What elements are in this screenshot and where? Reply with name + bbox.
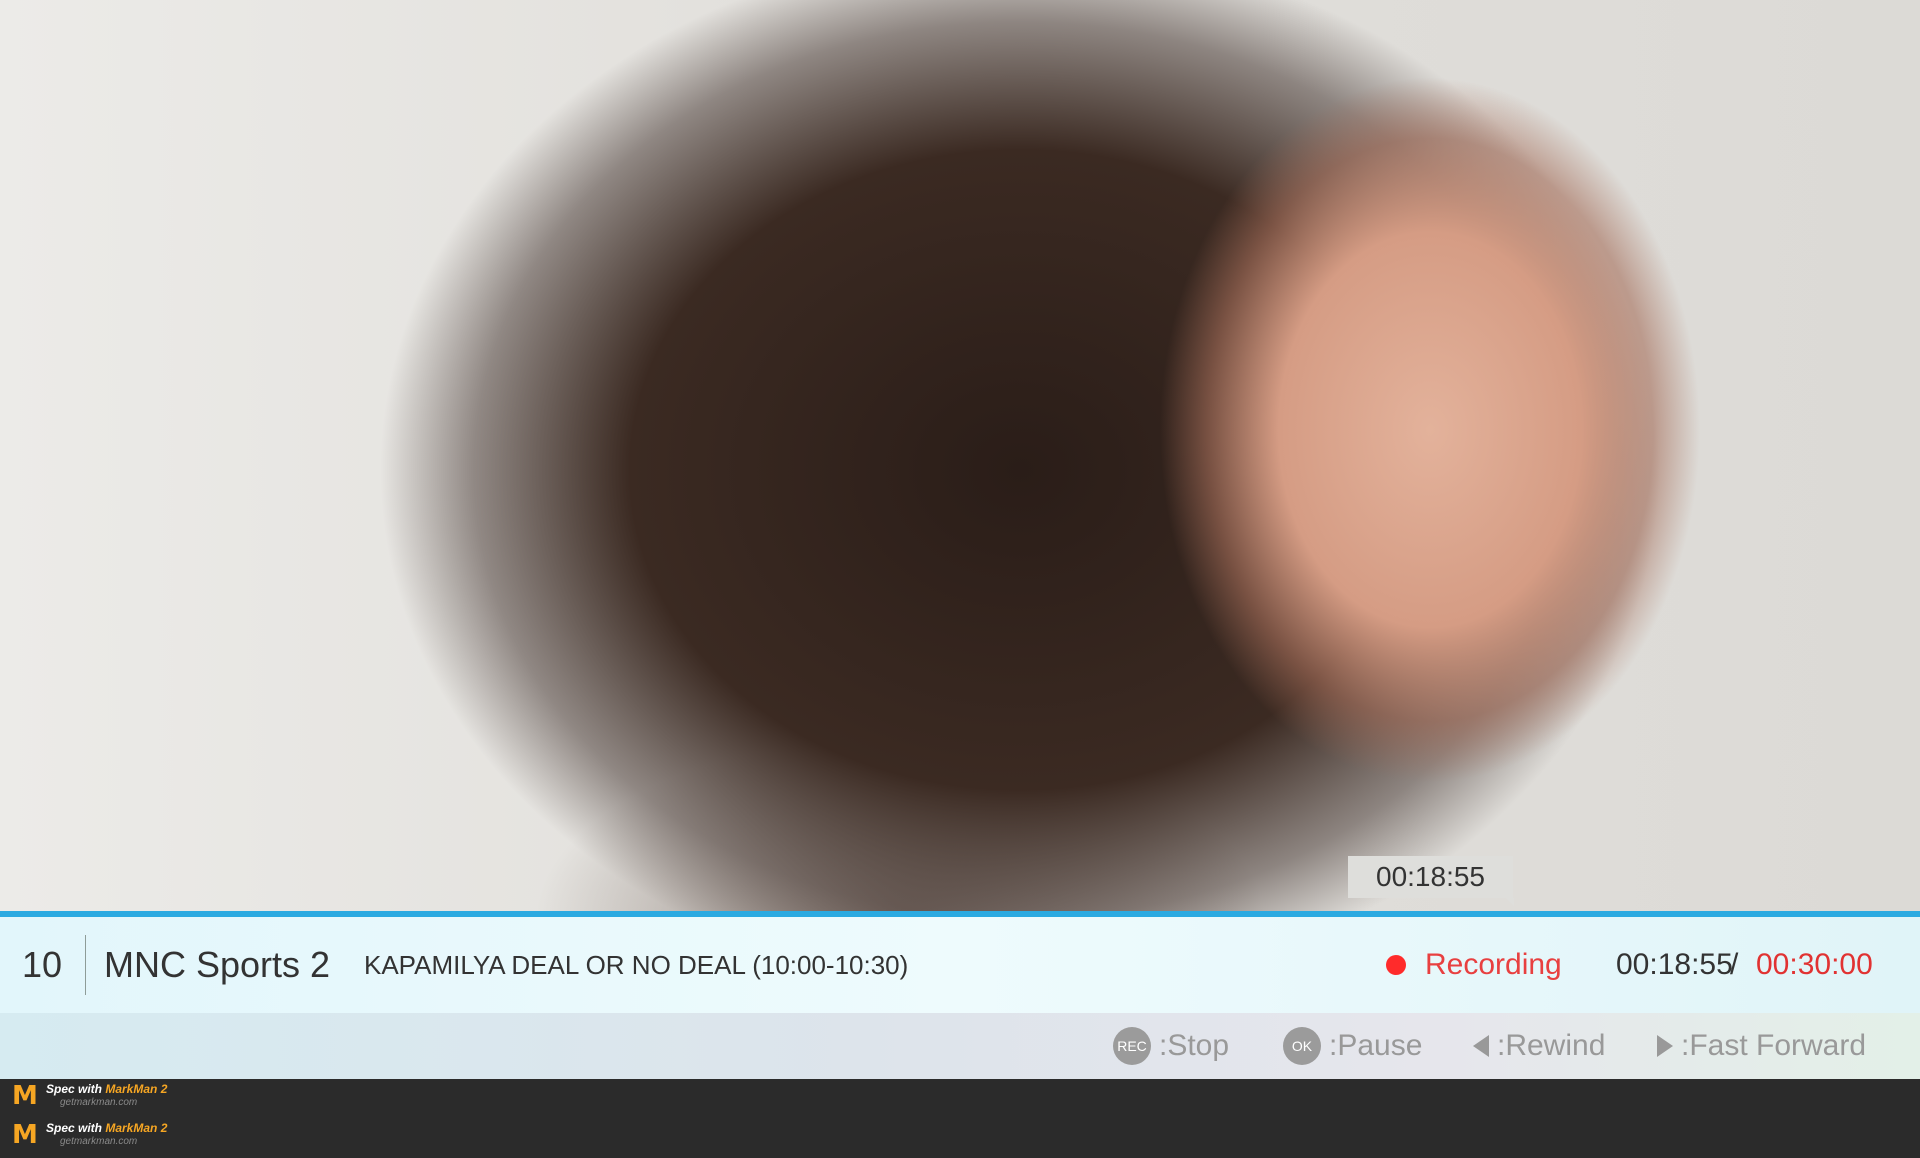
current-time: 00:18:55 xyxy=(1616,948,1733,981)
rewind-control[interactable]: :Rewind xyxy=(1473,1026,1605,1066)
channel-name: MNC Sports 2 xyxy=(104,944,331,985)
channel-divider xyxy=(85,935,86,995)
rewind-label: :Rewind xyxy=(1497,1029,1606,1062)
stop-control[interactable]: REC :Stop xyxy=(1113,1026,1229,1066)
video-frame xyxy=(0,0,1920,915)
watermark-brand: MarkMan 2 xyxy=(105,1082,168,1096)
fast-forward-control[interactable]: :Fast Forward xyxy=(1657,1026,1866,1066)
tv-player: 00:18:55 10 MNC Sports 2 KAPAMILYA DEAL … xyxy=(0,0,1920,1080)
progress-time-tooltip: 00:18:55 xyxy=(1348,856,1514,906)
watermark-brand: MarkMan 2 xyxy=(105,1121,168,1135)
channel-number: 10 xyxy=(22,944,63,985)
markman-watermark: M Spec with MarkMan 2 getmarkman.com xyxy=(12,1082,167,1110)
progress-time-value: 00:18:55 xyxy=(1376,861,1485,892)
markman-watermark: M Spec with MarkMan 2 getmarkman.com xyxy=(12,1121,167,1149)
watermark-url: getmarkman.com xyxy=(60,1136,138,1147)
channel-info-bar: 10 MNC Sports 2 KAPAMILYA DEAL OR NO DEA… xyxy=(0,917,1920,1013)
pause-control[interactable]: OK :Pause xyxy=(1283,1026,1422,1066)
watermark-prefix: Spec with xyxy=(46,1082,106,1096)
program-title: KAPAMILYA DEAL OR NO DEAL (10:00-10:30) xyxy=(364,949,909,980)
spec-watermark-area: M Spec with MarkMan 2 getmarkman.com M S… xyxy=(0,1080,1920,1158)
total-time: 00:30:00 xyxy=(1756,948,1873,981)
pause-label: :Pause xyxy=(1329,1029,1423,1062)
time-separator: / xyxy=(1730,948,1739,981)
control-hint-bar: REC :Stop OK :Pause :Rewind :Fast Forwar… xyxy=(0,1013,1920,1079)
recording-dot-icon xyxy=(1386,955,1406,975)
watermark-prefix: Spec with xyxy=(46,1121,106,1135)
fast-forward-icon xyxy=(1657,1035,1673,1057)
recording-label: Recording xyxy=(1425,948,1562,981)
markman-logo-icon: M xyxy=(12,1120,38,1150)
rewind-icon xyxy=(1473,1035,1489,1057)
rec-button-icon: REC xyxy=(1113,1027,1151,1065)
markman-logo-icon: M xyxy=(12,1081,38,1111)
fast-forward-label: :Fast Forward xyxy=(1681,1029,1867,1062)
stop-label: :Stop xyxy=(1159,1029,1230,1062)
watermark-url: getmarkman.com xyxy=(60,1097,138,1108)
ok-button-icon: OK xyxy=(1283,1027,1321,1065)
